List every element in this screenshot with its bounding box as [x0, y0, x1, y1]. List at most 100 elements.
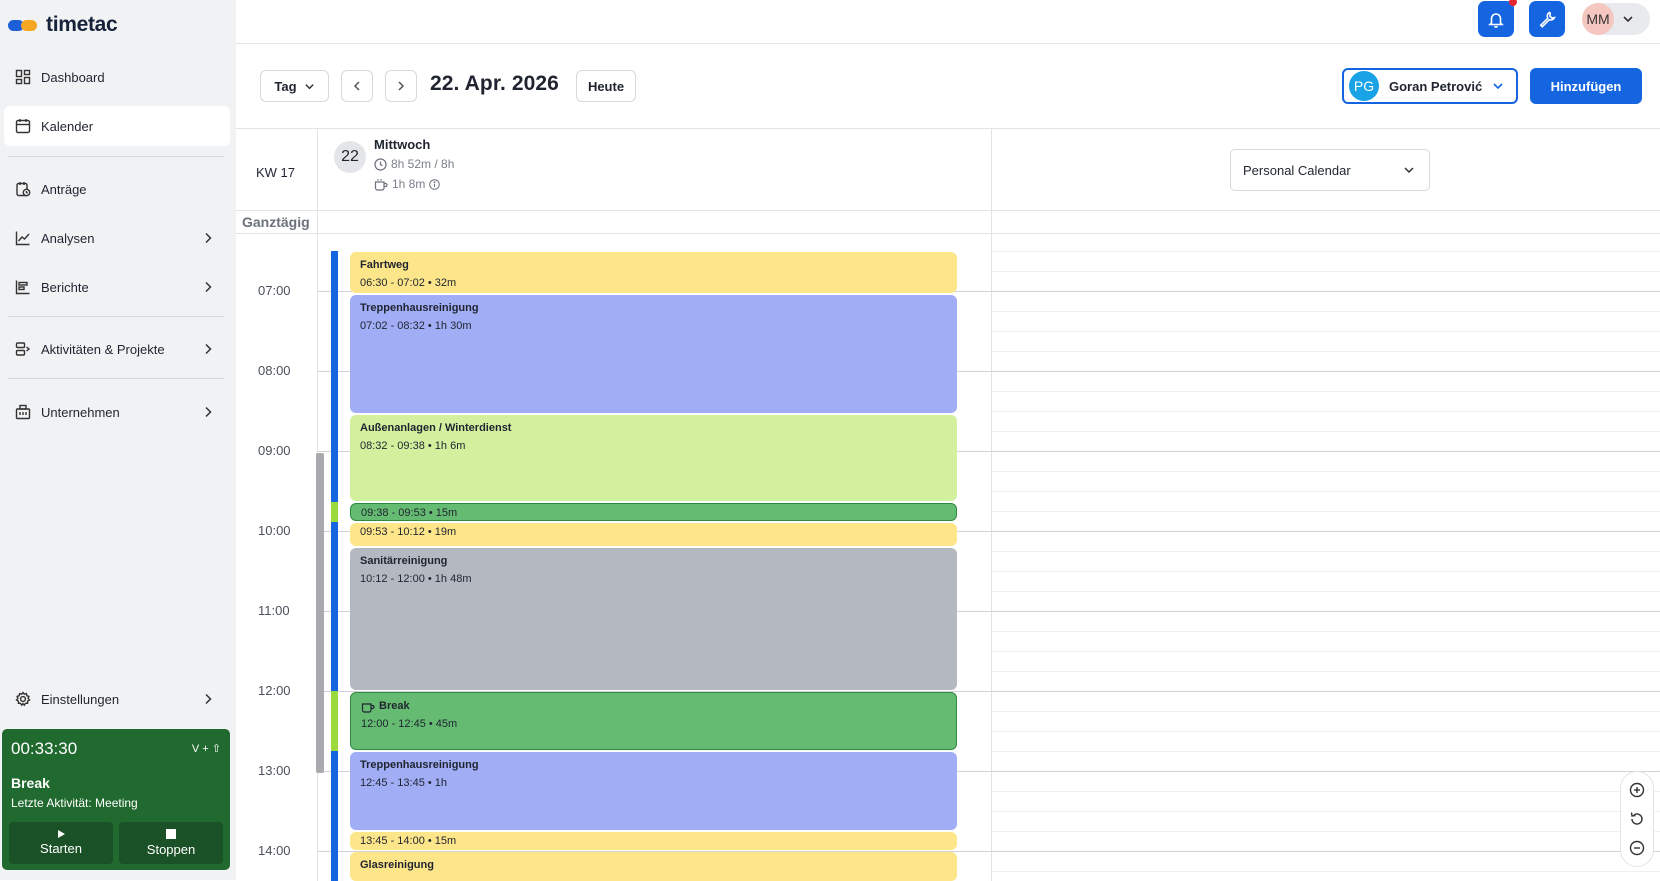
calendar-event[interactable]: Außenanlagen / Winterdienst 08:32 - 09:38… [350, 414, 957, 501]
requests-icon [14, 180, 32, 198]
quarter-hour-line [992, 311, 1660, 312]
calendar-event[interactable]: 09:53 - 10:12 • 19m [350, 522, 957, 546]
event-title: Break [361, 699, 946, 713]
quarter-hour-line [992, 411, 1660, 412]
zoom-in-button[interactable] [1626, 779, 1648, 801]
previous-day-button[interactable] [341, 70, 373, 102]
today-button[interactable]: Heute [576, 70, 636, 102]
chevron-right-icon [398, 81, 405, 91]
sidebar-item-unternehmen[interactable]: Unternehmen [4, 392, 230, 432]
avatar: MM [1582, 3, 1614, 35]
user-select[interactable]: PG Goran Petrović [1342, 68, 1518, 104]
zoom-out-icon [1629, 840, 1645, 855]
stop-button[interactable]: Stoppen [119, 822, 223, 864]
calendar-event[interactable]: 13:45 - 14:00 • 15m [350, 832, 957, 850]
calendar-event[interactable]: Sanitärreinigung 10:12 - 12:00 • 1h 48m [350, 548, 957, 690]
event-title: Sanitärreinigung [360, 554, 947, 568]
event-time: 10:12 - 12:00 • 1h 48m [360, 573, 472, 585]
info-icon[interactable] [429, 178, 441, 190]
event-title-text: Treppenhausreinigung [360, 759, 479, 771]
quarter-hour-line [992, 331, 1660, 332]
bell-icon [1488, 13, 1504, 28]
activity-track-segment [331, 501, 338, 522]
day-column-separator [991, 129, 992, 881]
quarter-hour-line [992, 671, 1660, 672]
tools-button[interactable] [1529, 1, 1565, 37]
event-title-text: Glasreinigung [360, 859, 434, 871]
sidebar-item-label: Kalender [41, 118, 94, 134]
calendar-select-value: Personal Calendar [1243, 162, 1351, 178]
reset-zoom-button[interactable] [1626, 808, 1648, 830]
notifications-button[interactable] [1478, 0, 1517, 37]
sidebar-item-label: Einstellungen [41, 691, 120, 707]
company-icon [14, 403, 32, 421]
sidebar-item-berichte[interactable]: Berichte [4, 267, 230, 307]
cup-icon [374, 178, 388, 191]
calendar-event[interactable]: Treppenhausreinigung 07:02 - 08:32 • 1h 3… [350, 294, 957, 413]
timetac-logo[interactable]: timetac [8, 12, 118, 38]
start-button[interactable]: Starten [9, 822, 113, 864]
quarter-hour-line [992, 511, 1660, 512]
sidebar-item-label: Anträge [41, 181, 87, 197]
quarter-hour-line [992, 551, 1660, 552]
quarter-hour-line [992, 631, 1660, 632]
calendar-event[interactable]: Treppenhausreinigung 12:45 - 13:45 • 1h [350, 752, 957, 830]
hour-label: 08:00 [258, 363, 291, 378]
hour-label: 12:00 [258, 683, 291, 698]
activity-track-segment [331, 251, 338, 502]
current-date-title: 22. Apr. 2026 [430, 72, 559, 95]
calendar-event[interactable]: Break 12:00 - 12:45 • 45m [350, 692, 957, 750]
next-day-button[interactable] [385, 70, 417, 102]
sidebar-divider [8, 316, 224, 317]
event-title: Treppenhausreinigung [360, 758, 947, 772]
event-time: 12:00 - 12:45 • 45m [361, 718, 458, 730]
event-title-text: Break [379, 700, 410, 712]
add-button[interactable]: Hinzufügen [1530, 68, 1642, 104]
analytics-icon [14, 229, 32, 247]
chevron-down-icon [1493, 83, 1503, 90]
week-number: KW 17 [256, 165, 296, 180]
event-time: 07:02 - 08:32 • 1h 30m [360, 319, 472, 332]
sidebar-item-label: Berichte [41, 279, 89, 295]
chevron-left-icon [353, 81, 360, 91]
start-button-label: Starten [40, 841, 82, 856]
quarter-hour-line [992, 731, 1660, 732]
reset-icon [1630, 812, 1643, 825]
sidebar-item-analysen[interactable]: Analysen [4, 218, 230, 258]
day-number: 22 [334, 141, 366, 173]
play-icon [58, 830, 65, 838]
zoom-out-button[interactable] [1626, 837, 1648, 859]
projects-icon [14, 340, 32, 358]
calendar-icon [14, 117, 32, 135]
hour-label: 13:00 [258, 763, 291, 778]
scrollbar-thumb[interactable] [316, 453, 324, 773]
quarter-hour-line [992, 751, 1660, 752]
calendar-select[interactable]: Personal Calendar [1230, 149, 1430, 191]
user-menu[interactable]: MM [1582, 3, 1650, 35]
sidebar: timetac Dashboard Kalender Anträge Analy… [0, 0, 236, 880]
break-time-value: 1h 8m [392, 177, 426, 191]
event-time: 06:30 - 07:02 • 32m [360, 277, 457, 289]
quarter-hour-line [992, 351, 1660, 352]
calendar-event[interactable]: Glasreinigung [350, 852, 957, 881]
sidebar-item-aktivitaeten-projekte[interactable]: Aktivitäten & Projekte [4, 329, 230, 369]
quarter-hour-line [992, 651, 1660, 652]
sidebar-item-antraege[interactable]: Anträge [4, 169, 230, 209]
all-day-row[interactable]: Ganztägig [236, 210, 1660, 234]
quarter-hour-line [992, 571, 1660, 572]
sidebar-item-dashboard[interactable]: Dashboard [4, 57, 230, 97]
event-title-text: Sanitärreinigung [360, 555, 448, 567]
sidebar-item-einstellungen[interactable]: Einstellungen [4, 679, 230, 719]
quarter-hour-line [992, 591, 1660, 592]
event-time: 09:38 - 09:53 • 15m [361, 506, 458, 519]
sidebar-item-kalender[interactable]: Kalender [4, 106, 230, 146]
quarter-hour-line [992, 271, 1660, 272]
calendar-event[interactable]: Fahrtweg 06:30 - 07:02 • 32m [350, 252, 957, 293]
hour-label: 07:00 [258, 283, 291, 298]
event-title: Fahrtweg [360, 258, 947, 272]
view-select[interactable]: Tag [260, 70, 329, 102]
view-select-value: Tag [274, 78, 297, 94]
all-day-label: Ganztägig [242, 214, 310, 230]
chevron-down-icon [304, 83, 314, 89]
calendar-event[interactable]: 09:38 - 09:53 • 15m [350, 502, 957, 521]
